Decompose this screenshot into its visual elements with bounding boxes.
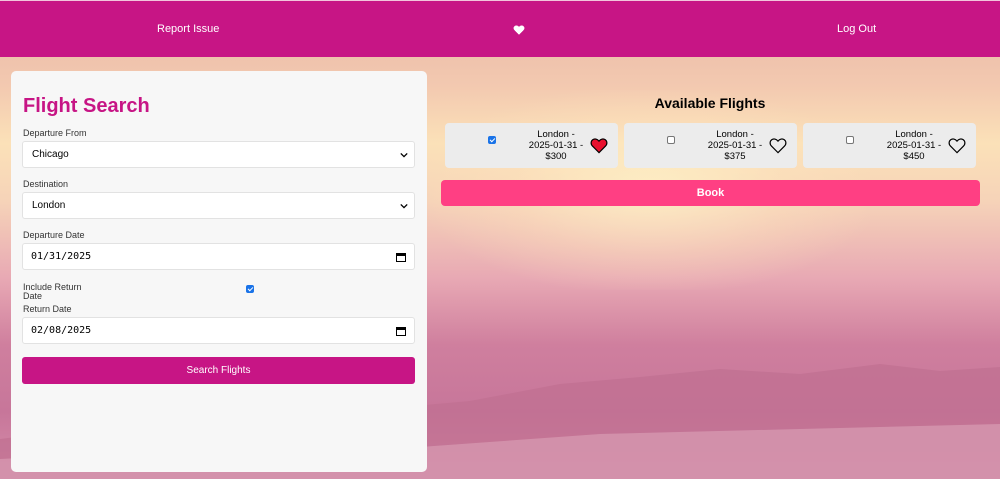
chevron-down-icon	[400, 203, 408, 209]
top-navigation-bar: Report Issue Log Out	[0, 0, 1000, 57]
heart-icon[interactable]	[590, 137, 608, 154]
flight-card[interactable]: London - 2025-01-31 - $300	[445, 123, 618, 168]
report-issue-link[interactable]: Report Issue	[157, 23, 219, 35]
flight-destination: London -	[895, 129, 933, 140]
flight-select-checkbox[interactable]	[488, 136, 496, 144]
departure-select[interactable]: Chicago	[22, 141, 415, 168]
include-return-checkbox[interactable]	[246, 285, 254, 293]
flight-card[interactable]: London - 2025-01-31 - $450	[803, 123, 976, 168]
destination-label: Destination	[23, 179, 69, 189]
flight-price: $300	[545, 151, 567, 162]
flight-destination: London -	[716, 129, 754, 140]
flight-search-title: Flight Search	[23, 95, 150, 117]
destination-value: London	[32, 200, 66, 211]
flight-price: $450	[903, 151, 925, 162]
flight-info: London - 2025-01-31 - $450	[883, 129, 945, 162]
departure-date-input[interactable]: 01/31/2025	[22, 243, 415, 270]
departure-value: Chicago	[32, 149, 69, 160]
flight-select-checkbox[interactable]	[667, 136, 675, 144]
heart-outline-icon[interactable]	[948, 137, 966, 154]
flight-select-checkbox[interactable]	[846, 136, 854, 144]
flight-search-panel: Flight Search Departure From Chicago Des…	[11, 71, 427, 472]
calendar-icon[interactable]	[396, 326, 406, 336]
book-button[interactable]: Book	[441, 180, 980, 206]
return-date-label: Return Date	[23, 304, 72, 314]
calendar-icon[interactable]	[396, 252, 406, 262]
search-flights-button[interactable]: Search Flights	[22, 357, 415, 384]
departure-date-label: Departure Date	[23, 230, 85, 240]
return-date-value: 02/08/2025	[31, 325, 92, 336]
include-return-label: Include Return Date	[23, 282, 82, 301]
chevron-down-icon	[400, 152, 408, 158]
flight-info: London - 2025-01-31 - $300	[525, 129, 587, 162]
flight-info: London - 2025-01-31 - $375	[704, 129, 766, 162]
flight-date: 2025-01-31 -	[886, 140, 942, 151]
log-out-link[interactable]: Log Out	[837, 23, 876, 35]
departure-label: Departure From	[23, 128, 87, 138]
destination-select[interactable]: London	[22, 192, 415, 219]
heart-icon[interactable]	[513, 24, 525, 36]
flight-destination: London -	[537, 129, 575, 140]
return-date-input[interactable]: 02/08/2025	[22, 317, 415, 344]
flight-card[interactable]: London - 2025-01-31 - $375	[624, 123, 797, 168]
flight-price: $375	[724, 151, 746, 162]
heart-outline-icon[interactable]	[769, 137, 787, 154]
departure-date-value: 01/31/2025	[31, 251, 92, 262]
available-flights-title: Available Flights	[654, 95, 766, 111]
flight-date: 2025-01-31 -	[528, 140, 584, 151]
flight-date: 2025-01-31 -	[707, 140, 763, 151]
